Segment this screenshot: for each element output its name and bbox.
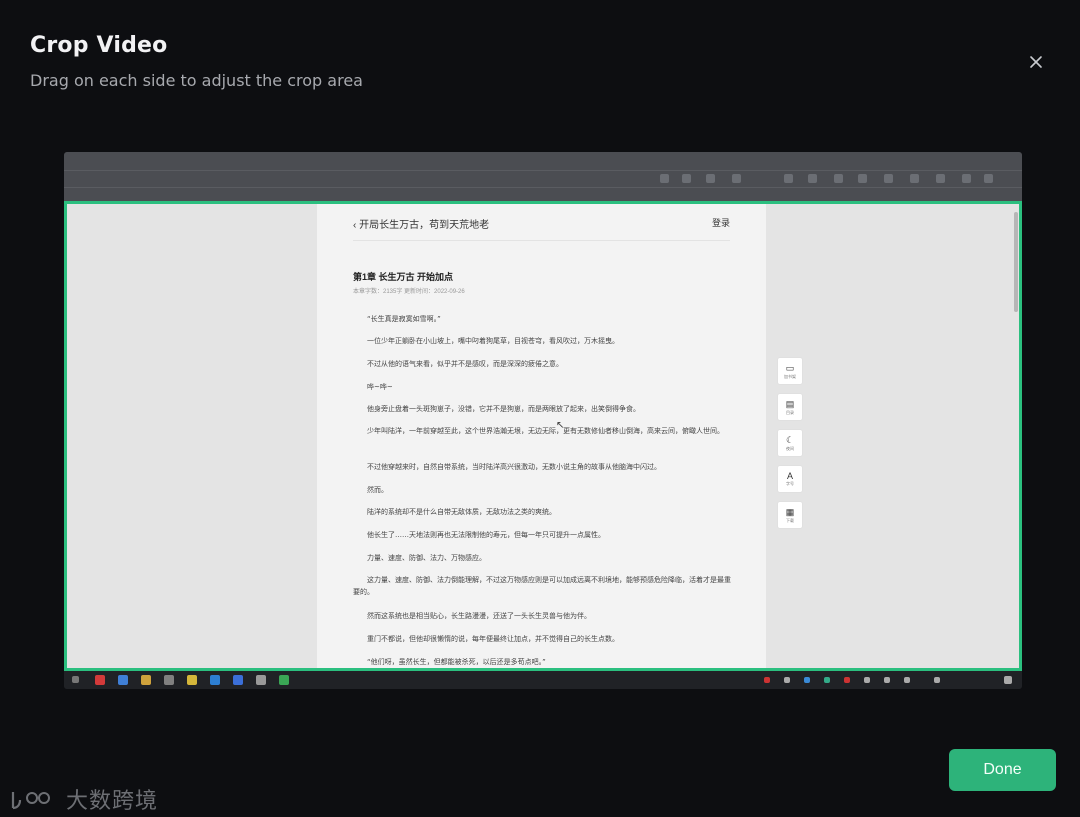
book-icon: ▭ 加书架 (777, 357, 803, 385)
dialog-title: Crop Video (30, 33, 168, 58)
mouse-cursor-icon: ↖ (556, 420, 565, 431)
note-icon: ▤ 目录 (777, 393, 803, 421)
watermark-logo-icon (11, 792, 50, 810)
moon-icon: ☾ 夜间 (777, 429, 803, 457)
paragraph: 力量、速度、防御、法力、万物感应。 (367, 554, 486, 562)
paragraph: 他身旁止盘着一头斑狗崽子，没错，它并不是狗崽，而是两眼放了起来，出笑倒得争食。 (367, 405, 640, 413)
crop-area[interactable]: ‹ 开局长生万古，苟到天荒地老 登录 第1章 长生万古 开始加点 本章字数：21… (64, 201, 1022, 671)
watermark: 大数跨境 (10, 783, 158, 815)
paragraph: 不过他穿越来时，自然自带系统，当时陆洋高兴很激动，无数小说主角的故事从他脑海中闪… (367, 463, 661, 471)
paragraph: 少年叫陆洋，一年前穿越至此，这个世界浩瀚无垠，无边无际，更有无数修仙者移山倒海，… (367, 427, 724, 435)
paragraph: 重门不都说，但他却很懒惰的说，每年便最终让加点，并不觉得自己的长生点数。 (367, 635, 619, 643)
grid-icon: ▦ 下载 (777, 501, 803, 529)
paragraph: “长生真是寂寞如雪啊。” (367, 315, 441, 323)
reader-toolbar: ▭ 加书架 ▤ 目录 ☾ 夜间 A 字号 ▦ 下载 (777, 357, 803, 537)
paragraph: 这力量、速度、防御、法力倒能理解，不过这万物感应则是可以加成远离不利境地，能够预… (353, 576, 731, 596)
paragraph: 然而这系统也是相当贴心，长生路漫漫，还送了一头长生灵兽与他为伴。 (367, 612, 591, 620)
paragraph: 不过从他的语气来看，似乎并不是感叹，而是深深的疲倦之意。 (367, 360, 563, 368)
close-icon[interactable] (1024, 50, 1048, 74)
paragraph: 陆洋的系统却不是什么自带无敌体质，无敌功法之类的爽统。 (367, 508, 556, 516)
login-link: 登录 (711, 218, 730, 228)
os-taskbar (64, 670, 1022, 689)
paragraph: “他们呀，虽然长生，但都能被杀死，以后还是多苟点吧。” (367, 658, 546, 666)
novel-page: ‹ 开局长生万古，苟到天荒地老 登录 第1章 长生万古 开始加点 本章字数：21… (317, 204, 766, 668)
paragraph: 他长生了……天地法则再也无法限制他的寿元，但每一年只可提升一点属性。 (367, 531, 605, 539)
chapter-meta: 本章字数：2135字 更新时间：2022-09-26 (353, 289, 465, 295)
back-link: ‹ 开局长生万古，苟到天荒地老 (353, 220, 490, 231)
paragraph: 一位少年正躺卧在小山坡上，嘴中叼着狗尾草，目视苍穹，看风吹过，万木摇曳。 (367, 337, 619, 345)
dialog-subtitle: Drag on each side to adjust the crop are… (30, 71, 363, 90)
font-icon: A 字号 (777, 465, 803, 493)
browser-toolbar (64, 152, 1022, 202)
paragraph: 然而。 (367, 486, 388, 494)
chapter-title: 第1章 长生万古 开始加点 (353, 272, 454, 282)
paragraph: 哗~哗~ (367, 383, 393, 391)
page-scrollbar (1014, 212, 1018, 312)
done-button[interactable]: Done (949, 749, 1056, 791)
